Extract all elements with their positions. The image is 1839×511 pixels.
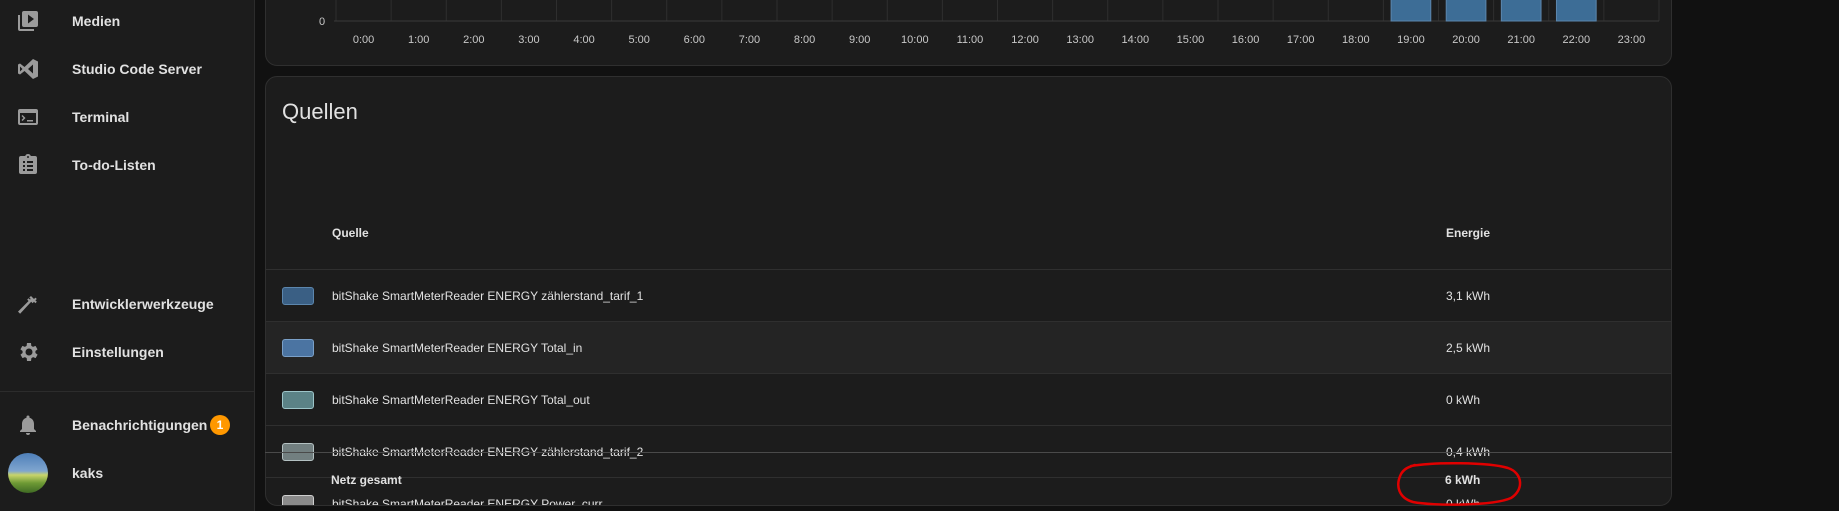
notification-count-badge: 1 [210, 415, 230, 435]
x-tick-label: 23:00 [1618, 34, 1646, 46]
total-row: Netz gesamt 6 kWh [265, 452, 1672, 506]
x-tick-label: 14:00 [1122, 34, 1150, 46]
x-tick-label: 9:00 [849, 34, 870, 46]
sidebar-item-todo-lists[interactable]: To-do-Listen [0, 143, 255, 187]
x-tick-label: 21:00 [1507, 34, 1535, 46]
sidebar-item-label: Entwicklerwerkzeuge [72, 296, 214, 312]
x-tick-label: 0:00 [353, 34, 374, 46]
sidebar-item-notifications[interactable]: Benachrichtigungen 1 [0, 403, 255, 447]
x-tick-label: 15:00 [1177, 34, 1205, 46]
x-tick-label: 20:00 [1452, 34, 1480, 46]
source-energy: 2,5 kWh [1446, 340, 1491, 355]
x-tick-label: 10:00 [901, 34, 929, 46]
x-tick-label: 17:00 [1287, 34, 1315, 46]
sidebar: Medien Studio Code Server Terminal To-do… [0, 0, 255, 511]
sidebar-item-settings[interactable]: Einstellungen [0, 330, 255, 374]
avatar [8, 453, 48, 493]
vscode-icon [16, 57, 40, 81]
x-tick-label: 3:00 [518, 34, 539, 46]
x-tick-label: 18:00 [1342, 34, 1370, 46]
gear-icon [16, 340, 40, 364]
x-tick-label: 11:00 [957, 34, 984, 46]
sidebar-item-label: Benachrichtigungen [72, 417, 208, 433]
column-header-energy[interactable]: Energie [1446, 226, 1490, 240]
x-tick-label: 8:00 [794, 34, 815, 46]
sidebar-item-user[interactable]: kaks [0, 451, 255, 495]
sidebar-item-label: Studio Code Server [72, 61, 202, 77]
x-tick-label: 2:00 [463, 34, 484, 46]
chart-bar [1445, 0, 1487, 22]
chart-bar [1390, 0, 1432, 22]
x-tick-label: 7:00 [739, 34, 760, 46]
x-tick-label: 16:00 [1232, 34, 1260, 46]
source-energy: 3,1 kWh [1446, 288, 1491, 303]
chart-bar [1500, 0, 1542, 22]
x-tick-label: 6:00 [684, 34, 705, 46]
terminal-icon [16, 105, 40, 129]
sidebar-item-terminal[interactable]: Terminal [0, 95, 255, 139]
total-label: Netz gesamt [331, 472, 402, 487]
sidebar-item-label: Terminal [72, 109, 130, 125]
sidebar-item-label: Medien [72, 13, 121, 29]
media-icon [16, 9, 40, 33]
table-row: bitShake SmartMeterReader ENERGY zählers… [266, 269, 1671, 321]
x-tick-label: 4:00 [573, 34, 594, 46]
sidebar-item-media[interactable]: Medien [0, 0, 255, 43]
column-header-source[interactable]: Quelle [332, 226, 369, 240]
table-row: bitShake SmartMeterReader ENERGY Total_o… [266, 373, 1671, 425]
sidebar-item-label: To-do-Listen [72, 157, 156, 173]
sidebar-divider [0, 391, 255, 392]
energy-chart-card: 0 0:00 1:00 2:00 3:00 4:00 5:00 6:00 7:00 8:00 9:0… [265, 0, 1672, 66]
source-name: bitShake SmartMeterReader ENERGY Total_i… [332, 340, 583, 355]
x-tick-label: 5:00 [628, 34, 649, 46]
clipboard-list-icon [16, 153, 40, 177]
color-swatch[interactable] [282, 390, 314, 409]
x-tick-label: 12:00 [1011, 34, 1039, 46]
hammer-icon [16, 292, 40, 316]
color-swatch[interactable] [282, 286, 314, 305]
x-tick-label: 22:00 [1563, 34, 1591, 46]
card-title: Quellen [282, 99, 358, 124]
sources-card: Quellen Quelle Energie bitShake SmartMet… [265, 76, 1672, 506]
energy-usage-chart: 0 0:00 1:00 2:00 3:00 4:00 5:00 6:00 7:00 8:00 9:0… [319, 0, 1660, 46]
x-tick-label: 13:00 [1066, 34, 1094, 46]
sidebar-item-label: Einstellungen [72, 344, 164, 360]
color-swatch[interactable] [282, 338, 314, 357]
bell-icon [16, 413, 40, 437]
total-energy: 6 kWh [1445, 472, 1481, 487]
x-tick-label: 1:00 [408, 34, 429, 46]
x-tick-label: 19:00 [1397, 34, 1425, 46]
chart-bar [1555, 0, 1597, 22]
source-name: bitShake SmartMeterReader ENERGY zählers… [332, 288, 644, 303]
source-energy: 0 kWh [1446, 392, 1481, 407]
user-name: kaks [72, 465, 104, 481]
table-header: Quelle Energie [266, 197, 1671, 269]
sidebar-item-studio-code-server[interactable]: Studio Code Server [0, 47, 255, 91]
y-tick-label: 0 [319, 16, 325, 28]
sidebar-item-developer-tools[interactable]: Entwicklerwerkzeuge [0, 282, 255, 326]
table-row: bitShake SmartMeterReader ENERGY Total_i… [266, 321, 1671, 373]
source-name: bitShake SmartMeterReader ENERGY Total_o… [332, 392, 590, 407]
